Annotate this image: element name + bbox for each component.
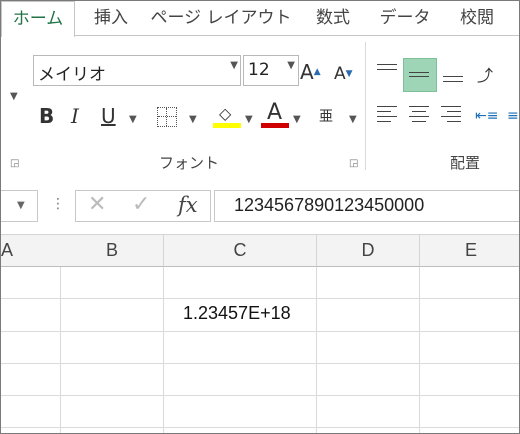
row-gridline <box>1 363 519 364</box>
name-box[interactable]: ▼ <box>1 190 38 222</box>
chevron-down-icon[interactable]: ▼ <box>17 200 25 211</box>
tab-review[interactable]: 校閲 <box>445 1 509 35</box>
alignment-group-label: 配置 <box>450 154 481 172</box>
formula-value: 1234567890123450000 <box>234 195 425 215</box>
excel-window: ホーム 挿入 ページ レイアウト 数式 データ 校閲 ▼ メイリオ ▼ 12 ▼… <box>0 0 520 434</box>
column-gridline <box>419 267 420 433</box>
dialog-launcher-icon[interactable]: ◲ <box>10 158 19 169</box>
worksheet-grid[interactable]: A B C D E 1.23457E+18 <box>1 235 519 433</box>
chevron-down-icon[interactable]: ▼ <box>10 91 18 102</box>
caret-up-icon: ▲ <box>313 67 321 77</box>
chevron-down-icon[interactable]: ▼ <box>293 114 301 125</box>
grow-font-label: A <box>300 60 314 84</box>
check-icon[interactable]: ✓ <box>132 192 150 217</box>
column-header-d[interactable]: D <box>317 235 420 267</box>
tab-insert[interactable]: 挿入 <box>79 1 143 35</box>
font-group-label: フォント <box>159 154 220 172</box>
decrease-font-size-button[interactable]: A ▼ <box>334 64 353 84</box>
fill-color-button[interactable]: ◇ <box>213 100 241 130</box>
font-color-swatch <box>261 123 289 128</box>
tab-home[interactable]: ホーム <box>1 1 75 37</box>
chevron-down-icon[interactable]: ▼ <box>245 114 253 125</box>
align-right-icon[interactable] <box>441 104 463 126</box>
shrink-font-label: A <box>334 64 346 84</box>
font-size-combobox[interactable]: 12 ▼ <box>243 55 299 86</box>
column-header-b[interactable]: B <box>61 235 164 267</box>
group-separator <box>365 42 366 170</box>
ribbon: ▼ メイリオ ▼ 12 ▼ A▲ A▼ B I U ▼ ▼ ◇ ▼ A ▼ <box>1 35 519 177</box>
paint-bucket-icon: ◇ <box>219 104 232 123</box>
font-name-combobox[interactable]: メイリオ ▼ <box>33 55 241 86</box>
decrease-indent-icon[interactable]: ⇤≡ <box>475 108 498 124</box>
bold-button[interactable]: B <box>39 104 54 128</box>
italic-button[interactable]: I <box>71 104 79 128</box>
borders-icon[interactable] <box>157 107 177 127</box>
column-gridline <box>316 267 317 433</box>
formula-bar: ▼ ⋮ ✕ ✓ fx 1234567890123450000 <box>1 176 519 235</box>
more-options-icon[interactable]: ⋮ <box>51 196 65 212</box>
column-gridline <box>60 267 61 433</box>
chevron-down-icon[interactable]: ▼ <box>230 60 238 71</box>
font-color-button[interactable]: A <box>261 100 289 130</box>
column-header-a[interactable]: A <box>1 235 62 267</box>
font-size-value: 12 <box>248 60 270 80</box>
font-name-value: メイリオ <box>38 65 106 85</box>
align-center-icon[interactable] <box>409 104 431 126</box>
underline-button[interactable]: U <box>101 104 116 128</box>
cancel-icon[interactable]: ✕ <box>88 192 106 217</box>
insert-function-icon[interactable]: fx <box>178 193 198 217</box>
align-middle-button[interactable] <box>403 58 437 92</box>
column-header-e[interactable]: E <box>420 235 519 267</box>
chevron-down-icon[interactable]: ▼ <box>287 60 295 71</box>
align-top-icon[interactable] <box>377 60 399 82</box>
row-gridline <box>1 331 519 332</box>
font-color-letter: A <box>267 100 283 125</box>
orientation-icon[interactable]: ⤴ <box>477 62 493 86</box>
align-left-icon[interactable] <box>377 104 399 126</box>
ribbon-tabs: ホーム 挿入 ページ レイアウト 数式 データ 校閲 <box>1 1 519 37</box>
column-gridline <box>163 267 164 433</box>
cell-c3-value[interactable]: 1.23457E+18 <box>183 303 291 324</box>
tab-formulas[interactable]: 数式 <box>301 1 365 35</box>
row-gridline <box>1 298 519 299</box>
tab-data[interactable]: データ <box>369 1 441 35</box>
dialog-launcher-icon[interactable]: ◲ <box>349 158 358 169</box>
tab-page-layout[interactable]: ページ レイアウト <box>149 1 293 35</box>
row-gridline <box>1 395 519 396</box>
column-header-c[interactable]: C <box>164 235 317 267</box>
chevron-down-icon[interactable]: ▼ <box>189 114 197 125</box>
increase-indent-icon[interactable]: ≡ <box>507 108 519 124</box>
caret-down-icon: ▼ <box>345 69 353 79</box>
align-middle-icon <box>409 64 431 86</box>
formula-input[interactable]: 1234567890123450000 <box>214 190 519 222</box>
increase-font-size-button[interactable]: A ▲ <box>300 60 321 84</box>
phonetic-guide-button[interactable]: 亜 <box>319 106 333 126</box>
fill-color-swatch <box>213 123 241 128</box>
formula-buttons: ✕ ✓ fx <box>75 190 211 222</box>
chevron-down-icon[interactable]: ▼ <box>129 114 137 125</box>
chevron-down-icon[interactable]: ▼ <box>349 114 357 125</box>
align-bottom-icon[interactable] <box>443 62 465 84</box>
row-gridline <box>1 427 519 428</box>
